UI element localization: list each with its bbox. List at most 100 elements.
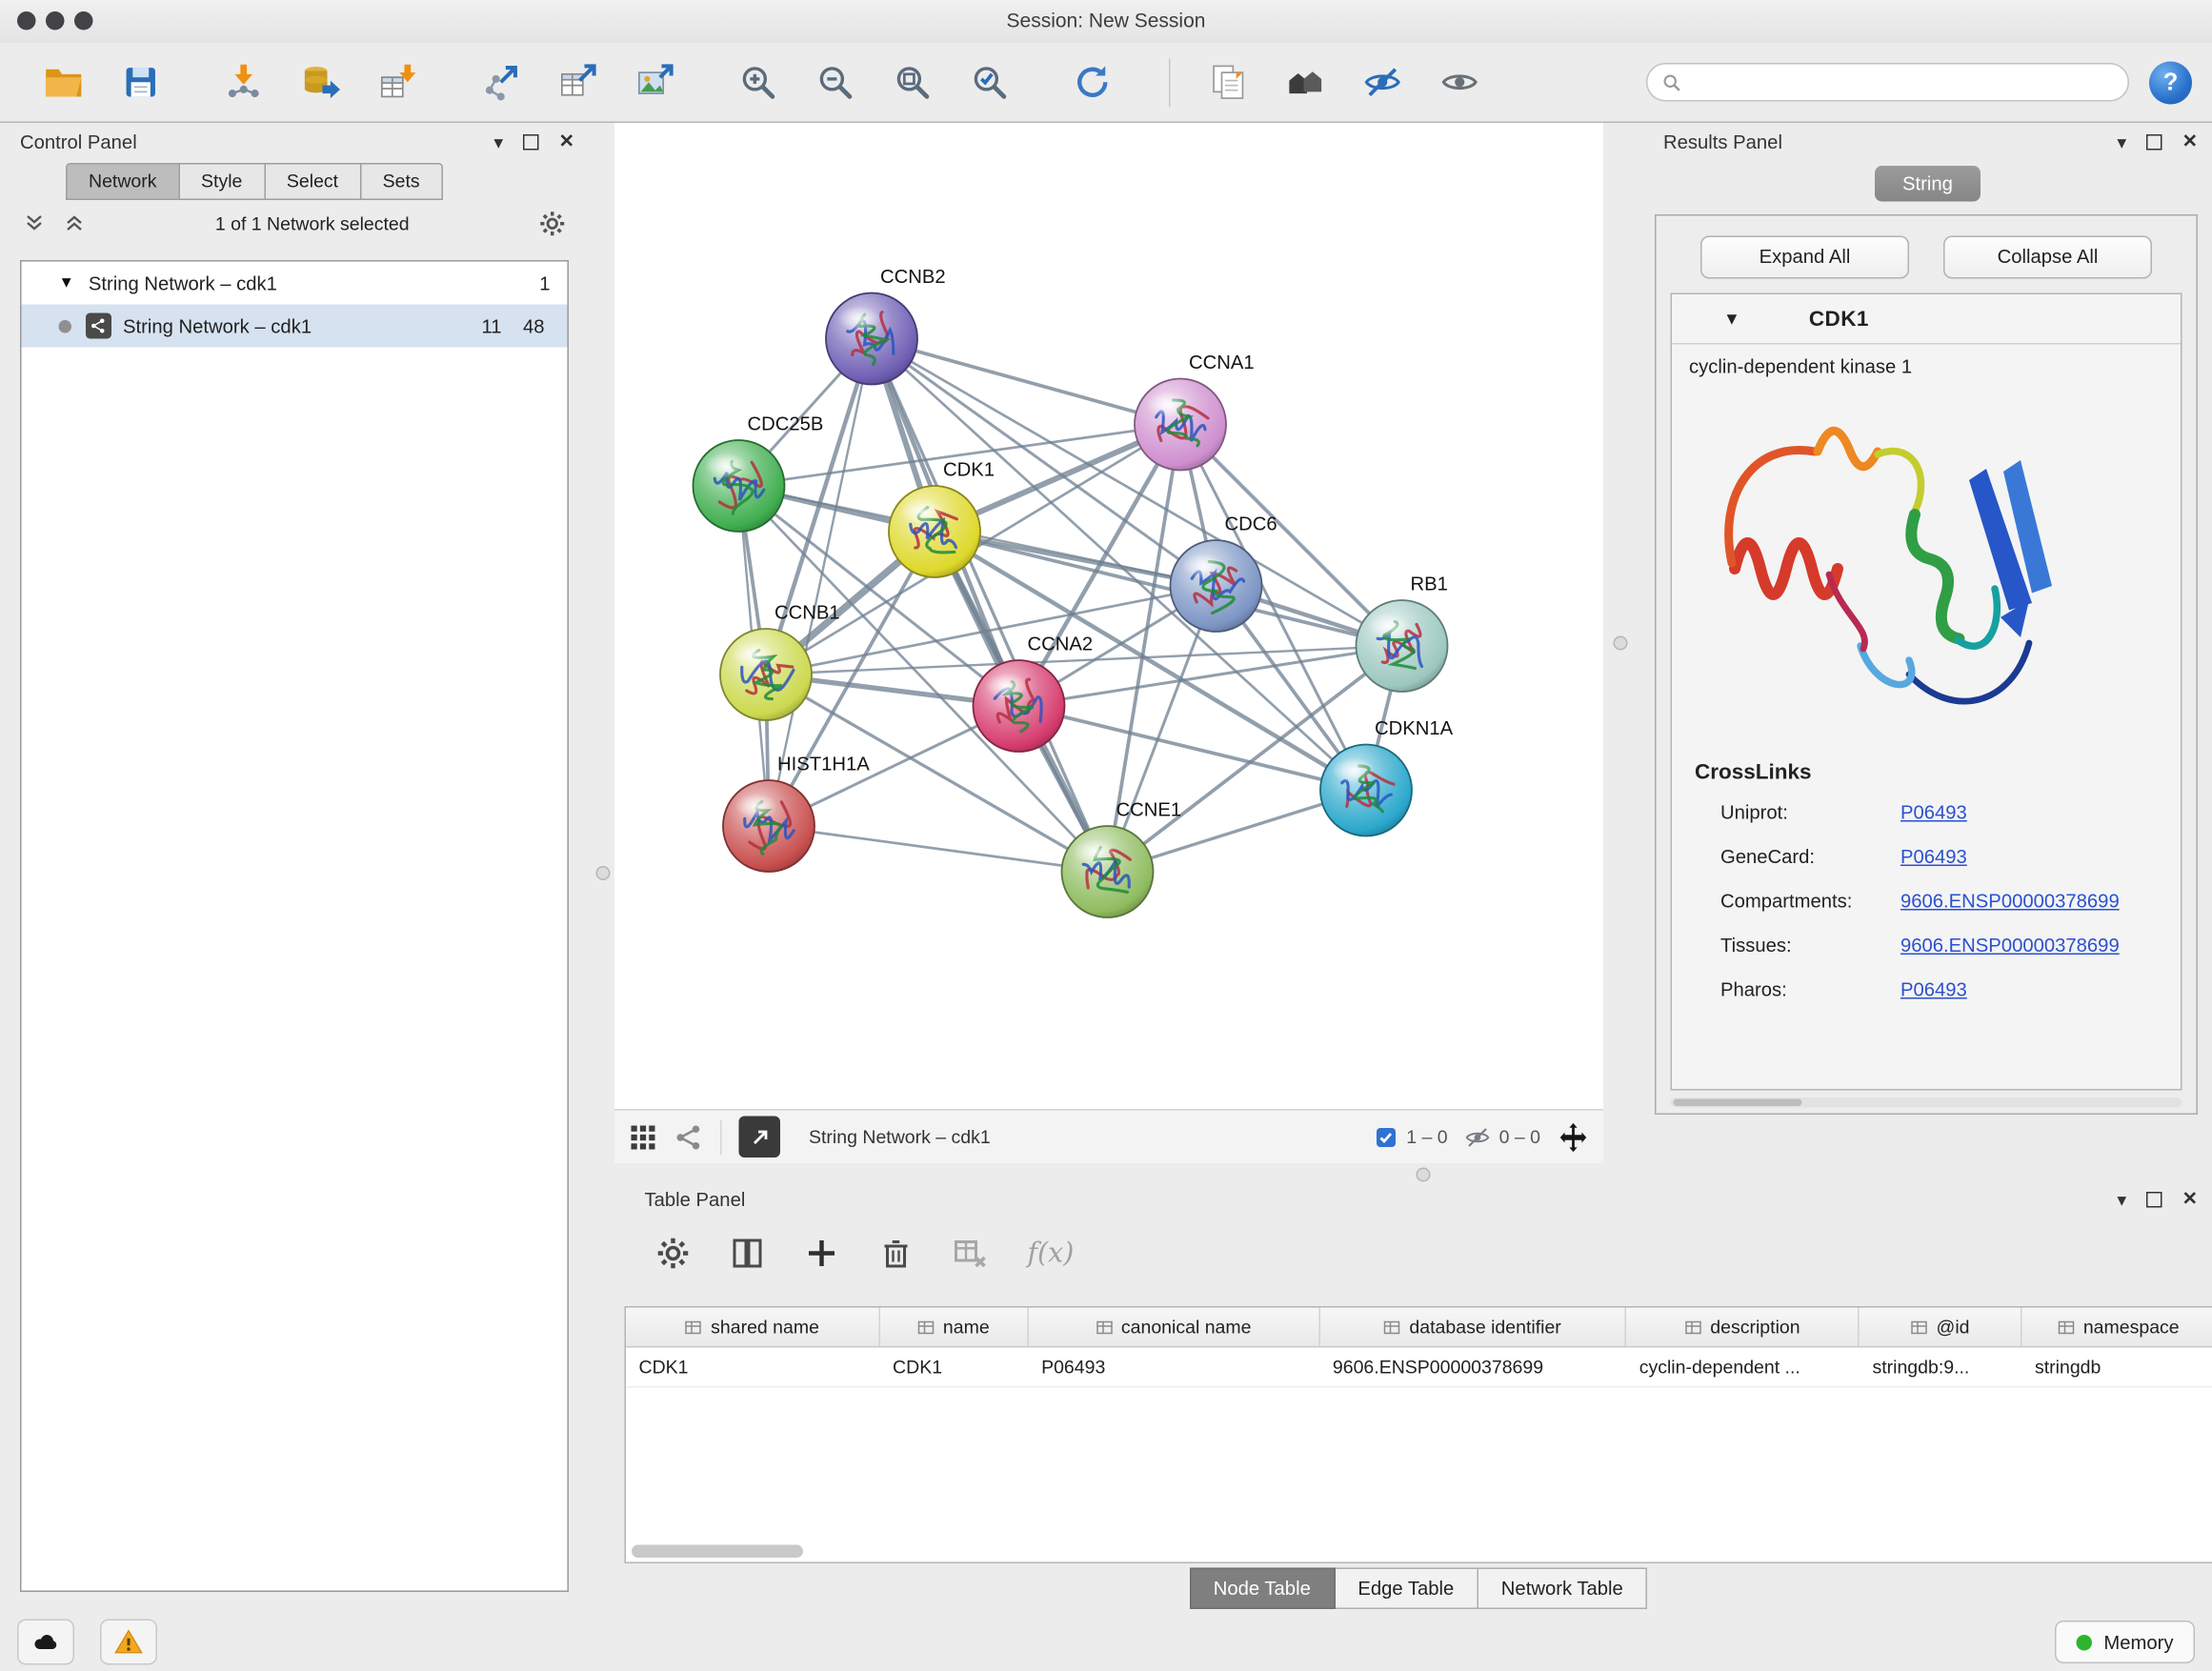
network-canvas[interactable]: CCNB2CCNA1CDC25BCDK1CDC6RB1CCNB1CCNA2CDK… [614,123,1603,1109]
crosslink-value-link[interactable]: P06493 [1900,846,1967,868]
float-panel-icon[interactable]: ▾ [493,132,503,151]
network-node-CCNB1[interactable]: CCNB1 [720,603,840,721]
crosslink-value-link[interactable]: 9606.ENSP00000378699 [1900,891,2120,913]
export-table-button[interactable] [552,56,603,108]
import-table-button[interactable] [372,56,423,108]
tab-network-table[interactable]: Network Table [1478,1568,1647,1610]
image-export-icon [635,63,674,102]
zoom-in-button[interactable] [732,56,783,108]
cybrowser-home-button[interactable] [1279,56,1331,108]
tab-network[interactable]: Network [66,163,180,200]
network-node-CCNB2[interactable]: CCNB2 [826,267,946,385]
table-horizontal-scrollbar[interactable] [632,1545,803,1559]
close-panel-icon[interactable]: ✕ [559,131,574,153]
selection-checkbox-icon[interactable] [1375,1125,1398,1148]
save-session-button[interactable] [114,56,166,108]
float-table-icon[interactable]: ▾ [2117,1190,2126,1209]
table-export-icon [558,63,597,102]
crosslink-value-link[interactable]: 9606.ENSP00000378699 [1900,935,2120,956]
application-window: Session: New Session [0,0,2212,1671]
protein-description: cyclin-dependent kinase 1 [1672,345,2181,378]
column-header-name[interactable]: name [880,1308,1029,1347]
expand-all-icon[interactable] [63,211,86,234]
network-node-CDKN1A[interactable]: CDKN1A [1320,718,1454,836]
results-tab-string[interactable]: String [1875,166,1981,202]
column-header-description[interactable]: description [1626,1308,1860,1347]
column-header-database-identifier[interactable]: database identifier [1319,1308,1626,1347]
zoom-in-icon [738,63,777,102]
show-columns-icon[interactable] [731,1237,765,1271]
results-scrollbar[interactable] [1671,1097,2182,1108]
show-graphics-details-button[interactable] [1202,56,1254,108]
function-builder-icon: f(x) [1028,1238,1075,1269]
network-node-CCNA1[interactable]: CCNA1 [1135,352,1255,471]
crosslink-row: Compartments:9606.ENSP00000378699 [1672,879,2181,924]
right-splitter-handle[interactable] [1614,636,1628,651]
float-results-icon[interactable]: ▾ [2117,132,2126,151]
search-input[interactable] [1691,70,2114,95]
close-table-icon[interactable]: ✕ [2182,1188,2198,1211]
zoom-fit-button[interactable] [886,56,937,108]
import-network-database-button[interactable] [294,56,346,108]
birdseye-view-icon[interactable] [629,1122,657,1151]
memory-button[interactable]: Memory [2055,1621,2195,1664]
open-session-button[interactable] [37,56,89,108]
tab-select[interactable]: Select [265,163,361,200]
help-button[interactable]: ? [2149,61,2192,104]
tab-edge-table[interactable]: Edge Table [1335,1568,1478,1610]
export-network-button[interactable] [474,56,526,108]
network-node-RB1[interactable]: RB1 [1357,574,1448,693]
save-icon [121,63,160,102]
network-node-HIST1H1A[interactable]: HIST1H1A [723,755,870,873]
table-panel-tabs: Node TableEdge TableNetwork Table [1189,1568,1647,1610]
refresh-view-button[interactable] [1066,56,1117,108]
warnings-button[interactable] [100,1620,157,1665]
network-row[interactable]: String Network – cdk1 11 48 [22,305,568,348]
import-network-file-button[interactable] [217,56,269,108]
column-header-shared-name[interactable]: shared name [626,1308,880,1347]
crosslink-value-link[interactable]: P06493 [1900,979,1967,1001]
network-collection-row[interactable]: ▼ String Network – cdk1 1 [22,262,568,305]
tab-node-table[interactable]: Node Table [1189,1568,1335,1610]
expand-all-button[interactable]: Expand All [1700,236,1909,279]
protein-collapse-icon[interactable]: ▼ [1723,309,1740,329]
zoom-selected-button[interactable] [963,56,1015,108]
table-settings-gear-icon[interactable] [656,1237,691,1271]
gear-icon[interactable] [539,210,567,237]
column-header-namespace[interactable]: namespace [2022,1308,2212,1347]
export-image-button[interactable] [629,56,680,108]
collapse-all-button[interactable]: Collapse All [1943,236,2152,279]
tab-style[interactable]: Style [180,163,266,200]
maximize-table-icon[interactable] [2146,1191,2162,1207]
zoom-out-button[interactable] [809,56,860,108]
string-share-icon[interactable] [674,1122,703,1151]
column-header-canonical-name[interactable]: canonical name [1028,1308,1319,1347]
network-node-CDC25B[interactable]: CDC25B [694,414,824,533]
hide-selected-button[interactable] [1357,56,1408,108]
tree-expand-icon[interactable]: ▼ [59,274,74,292]
control-panel-title: Control Panel [20,131,137,152]
table-row[interactable]: CDK1CDK1P064939606.ENSP00000378699cyclin… [626,1348,2212,1388]
crosslink-label: Compartments: [1720,891,1900,913]
open-in-new-window-button[interactable] [739,1117,781,1158]
maximize-panel-icon[interactable] [523,133,539,150]
delete-table-icon [954,1237,988,1271]
network-view[interactable]: CCNB2CCNA1CDC25BCDK1CDC6RB1CCNB1CCNA2CDK… [614,123,1603,1109]
search-icon [1662,72,1682,92]
left-splitter-handle[interactable] [596,866,611,880]
network-collection-label: String Network – cdk1 [89,272,508,294]
column-header--id[interactable]: @id [1860,1308,2021,1347]
delete-column-trash-icon[interactable] [879,1237,914,1271]
network-node-CDC6[interactable]: CDC6 [1171,514,1277,633]
add-column-icon[interactable] [805,1237,839,1271]
show-all-button[interactable] [1434,56,1485,108]
pan-crosshair-icon[interactable] [1558,1121,1589,1153]
import-network-icon [224,63,263,102]
collapse-all-icon[interactable] [23,211,46,234]
node-label-CCNA1: CCNA1 [1189,352,1255,373]
maximize-results-icon[interactable] [2146,133,2162,150]
close-results-icon[interactable]: ✕ [2182,131,2198,153]
cloud-status-button[interactable] [17,1620,74,1665]
crosslink-value-link[interactable]: P06493 [1900,802,1967,824]
tab-sets[interactable]: Sets [361,163,443,200]
